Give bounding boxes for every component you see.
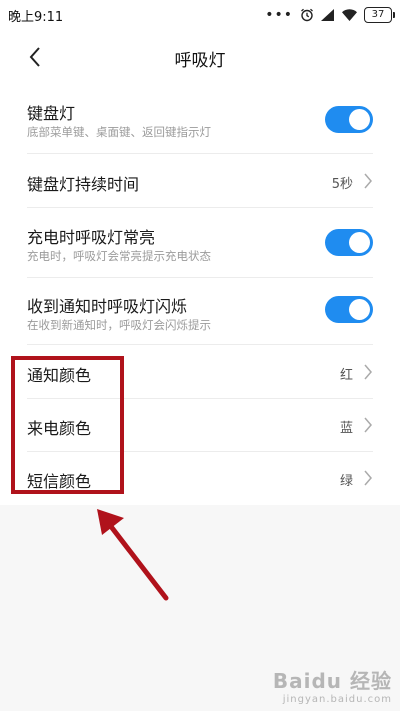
watermark-logo: Baidu 经验 <box>272 669 392 693</box>
keyboard-light-toggle[interactable] <box>325 106 373 133</box>
chevron-right-icon <box>364 470 372 486</box>
signal-icon <box>321 9 334 21</box>
chevron-right-icon <box>364 417 372 433</box>
toggle-knob <box>349 109 370 130</box>
chevron-right-icon <box>364 173 372 189</box>
status-icons: ••• 37 <box>265 5 395 25</box>
keyboard-duration-value: 5秒 <box>331 177 353 192</box>
notification-blink-subtitle: 在收到新通知时，呼吸灯会闪烁提示 <box>27 318 211 332</box>
wifi-icon <box>342 9 357 21</box>
alarm-icon <box>301 8 313 22</box>
keyboard-duration-title: 键盘灯持续时间 <box>27 175 140 194</box>
toggle-knob <box>349 299 370 320</box>
battery-icon: 37 <box>364 7 395 23</box>
toggle-knob <box>349 232 370 253</box>
keyboard-light-title: 键盘灯 <box>27 104 76 123</box>
sms-color-value: 绿 <box>339 474 353 489</box>
status-time: 晚上9:11 <box>8 10 64 25</box>
notification-blink-toggle[interactable] <box>325 296 373 323</box>
charging-light-row[interactable]: 充电时呼吸灯常亮 充电时，呼吸灯会常亮提示充电状态 <box>0 208 400 278</box>
keyboard-duration-row[interactable]: 键盘灯持续时间 5秒 <box>0 154 400 208</box>
watermark-url: jingyan.baidu.com <box>282 694 392 705</box>
keyboard-light-row[interactable]: 键盘灯 底部菜单键、桌面键、返回键指示灯 <box>0 84 400 154</box>
more-dots-icon: ••• <box>265 7 293 23</box>
keyboard-light-subtitle: 底部菜单键、桌面键、返回键指示灯 <box>27 125 211 139</box>
watermark: Baidu 经验 jingyan.baidu.com <box>273 665 392 705</box>
header: 呼吸灯 <box>0 30 400 84</box>
status-bar: 晚上9:11 ••• 37 <box>0 0 400 30</box>
notification-blink-row[interactable]: 收到通知时呼吸灯闪烁 在收到新通知时，呼吸灯会闪烁提示 <box>0 278 400 345</box>
call-color-value: 蓝 <box>339 421 353 436</box>
notification-color-value: 红 <box>339 368 353 383</box>
charging-light-title: 充电时呼吸灯常亮 <box>27 228 156 247</box>
notification-blink-title: 收到通知时呼吸灯闪烁 <box>27 297 188 316</box>
annotation-highlight-box <box>11 356 124 494</box>
charging-light-toggle[interactable] <box>325 229 373 256</box>
chevron-right-icon <box>364 364 372 380</box>
page-title: 呼吸灯 <box>174 51 226 71</box>
charging-light-subtitle: 充电时，呼吸灯会常亮提示充电状态 <box>27 249 211 263</box>
